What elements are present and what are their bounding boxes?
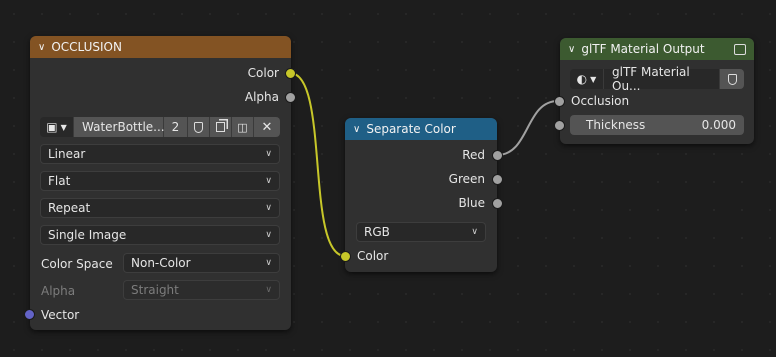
- input-occlusion-socket[interactable]: [554, 96, 565, 107]
- node-group-name-text: glTF Material Ou...: [612, 65, 690, 93]
- collapse-chevron-icon[interactable]: ∨: [568, 44, 575, 55]
- separate-node-header[interactable]: ∨ Separate Color: [345, 118, 497, 140]
- image-datablock-selector[interactable]: ▣ ▼ WaterBottle... 2 ◫ ✕: [40, 117, 280, 137]
- chevron-down-icon: ∨: [265, 230, 272, 240]
- output-green-socket[interactable]: [492, 174, 503, 185]
- shield-icon: [727, 73, 737, 85]
- thickness-label: Thickness: [586, 118, 646, 132]
- gltf-material-output-node[interactable]: ∨ glTF Material Output ◐ ▼ glTF Material …: [560, 38, 754, 144]
- link-red-to-occlusion: [496, 100, 559, 156]
- image-users-text: 2: [171, 120, 180, 134]
- interpolation-dropdown[interactable]: Linear ∨: [40, 144, 280, 164]
- fake-user-button[interactable]: [188, 117, 210, 137]
- occlusion-node-header[interactable]: ∨ OCCLUSION: [30, 36, 291, 58]
- link-color-to-color: [289, 72, 346, 257]
- image-browse-button[interactable]: ▣ ▼: [40, 117, 74, 137]
- image-source-dropdown[interactable]: Single Image ∨: [40, 225, 280, 245]
- output-alpha-label: Alpha: [244, 90, 279, 104]
- projection-dropdown[interactable]: Flat ∨: [40, 171, 280, 191]
- separate-node-title: Separate Color: [366, 122, 456, 136]
- occlusion-node-title: OCCLUSION: [51, 40, 122, 54]
- input-vector-socket[interactable]: [24, 309, 35, 320]
- output-color-socket[interactable]: [285, 68, 296, 79]
- output-node-header[interactable]: ∨ glTF Material Output: [560, 38, 754, 60]
- projection-value: Flat: [48, 174, 71, 188]
- output-red-label: Red: [462, 148, 485, 162]
- unlink-image-button[interactable]: ✕: [254, 117, 280, 137]
- collapse-chevron-icon[interactable]: ∨: [38, 42, 45, 53]
- open-image-button[interactable]: ◫: [232, 117, 254, 137]
- output-color-label: Color: [247, 66, 279, 80]
- image-name-field[interactable]: WaterBottle...: [74, 117, 165, 137]
- chevron-down-icon: ∨: [471, 227, 478, 237]
- extension-value: Repeat: [48, 201, 91, 215]
- output-node-title: glTF Material Output: [581, 42, 705, 56]
- node-group-selector[interactable]: ◐ ▼ glTF Material Ou...: [570, 65, 744, 93]
- node-group-icon[interactable]: [734, 43, 746, 55]
- color-space-value: Non-Color: [131, 256, 191, 270]
- output-blue-socket[interactable]: [492, 198, 503, 209]
- extension-dropdown[interactable]: Repeat ∨: [40, 198, 280, 218]
- shield-icon: [194, 121, 203, 133]
- input-thickness-socket[interactable]: [554, 120, 565, 131]
- input-vector-label: Vector: [41, 308, 80, 322]
- color-space-dropdown[interactable]: Non-Color ∨: [123, 253, 280, 273]
- image-icon: ▣: [46, 120, 58, 134]
- color-space-label: Color Space: [41, 257, 113, 271]
- input-occlusion-label: Occlusion: [571, 94, 630, 108]
- close-icon: ✕: [261, 119, 273, 135]
- image-name-text: WaterBottle...: [82, 120, 165, 134]
- chevron-down-icon: ∨: [265, 285, 272, 295]
- chevron-down-icon: ∨: [265, 149, 272, 159]
- chevron-down-icon: ∨: [265, 258, 272, 268]
- output-red-socket[interactable]: [492, 150, 503, 161]
- node-group-name-field[interactable]: glTF Material Ou...: [604, 65, 720, 93]
- thickness-value: 0.000: [701, 118, 736, 132]
- interpolation-value: Linear: [48, 147, 86, 161]
- alpha-mode-dropdown: Straight ∨: [123, 280, 280, 300]
- alpha-mode-value: Straight: [131, 283, 179, 297]
- chevron-down-icon: ∨: [265, 203, 272, 213]
- node-group-browse-button[interactable]: ◐ ▼: [570, 69, 604, 89]
- thickness-field[interactable]: Thickness 0.000: [570, 115, 744, 135]
- chevron-down-icon: ▼: [60, 122, 67, 132]
- chevron-down-icon: ∨: [265, 176, 272, 186]
- input-color-socket[interactable]: [340, 251, 351, 262]
- color-mode-dropdown[interactable]: RGB ∨: [356, 222, 486, 242]
- node-tree-icon: ◐: [576, 72, 588, 86]
- output-alpha-socket[interactable]: [285, 92, 296, 103]
- fake-user-button[interactable]: [720, 69, 744, 89]
- duplicate-icon: [216, 122, 225, 132]
- collapse-chevron-icon[interactable]: ∨: [353, 124, 360, 135]
- occlusion-image-node[interactable]: ∨ OCCLUSION Color Alpha ▣ ▼ WaterBottle..…: [30, 36, 291, 330]
- duplicate-image-button[interactable]: [210, 117, 232, 137]
- output-green-label: Green: [448, 172, 485, 186]
- color-mode-value: RGB: [364, 225, 390, 239]
- alpha-mode-label: Alpha: [41, 284, 76, 298]
- output-blue-label: Blue: [458, 196, 485, 210]
- separate-color-node[interactable]: ∨ Separate Color Red Green Blue RGB ∨ Co…: [345, 118, 497, 272]
- chevron-down-icon: ▼: [590, 74, 597, 84]
- image-users-count[interactable]: 2: [164, 117, 188, 137]
- input-color-label: Color: [357, 249, 389, 263]
- image-source-value: Single Image: [48, 228, 127, 242]
- folder-icon: ◫: [237, 120, 248, 134]
